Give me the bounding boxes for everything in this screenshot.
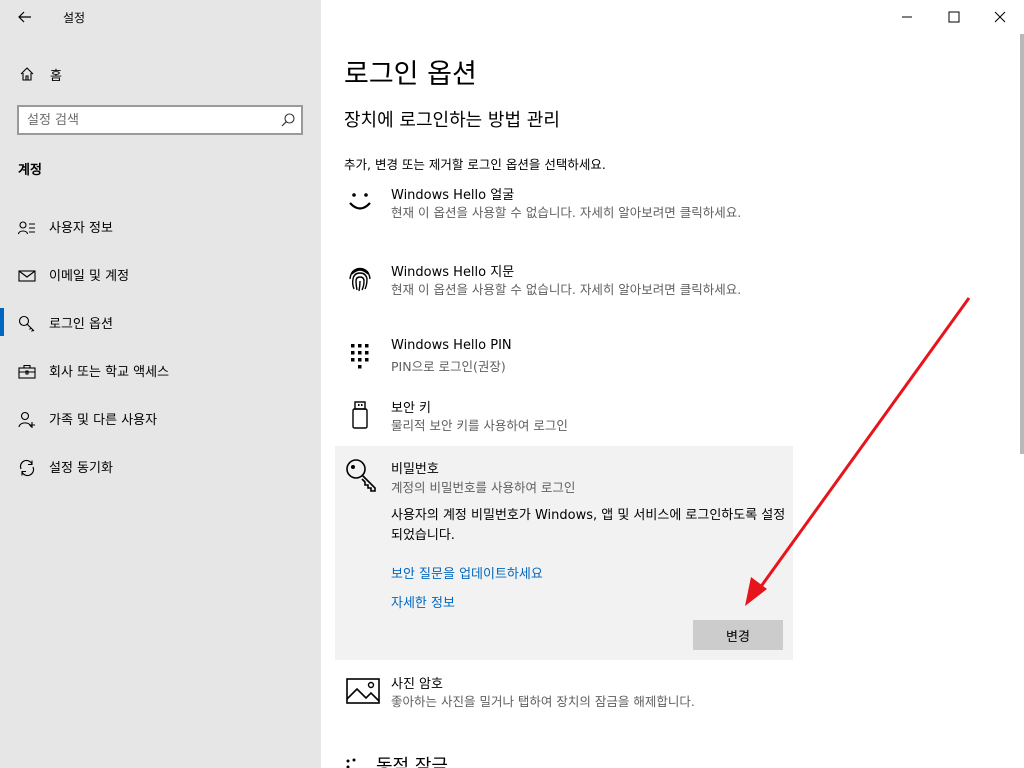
password-title: 비밀번호 [391,462,439,477]
password-key-icon [346,459,376,492]
key-icon [18,315,35,332]
page-title: 로그인 옵션 [344,59,477,90]
sidebar-item-label: 사용자 정보 [49,221,113,236]
user-info-icon [18,221,35,235]
option-picture-password[interactable]: 사진 암호 좋아하는 사진을 밀거나 탭하여 장치의 잠금을 해제합니다. [336,673,792,717]
pin-keypad-icon [351,344,369,369]
sidebar-nav: 사용자 정보 이메일 및 계정 로그인 옵션 회사 또는 학교 액세스 가족 및… [0,208,321,496]
option-desc: 물리적 보안 키를 사용하여 로그인 [391,418,568,433]
active-indicator [0,308,4,336]
option-dynamic-lock[interactable]: 동적 잠금 [342,752,542,768]
title-bar: 설정 [0,0,321,34]
search-box[interactable] [17,105,303,135]
sidebar-item-label: 가족 및 다른 사용자 [49,413,158,428]
sidebar-item-label: 이메일 및 계정 [49,269,130,284]
briefcase-icon [18,364,36,379]
app-title: 설정 [63,11,86,25]
update-security-questions-link[interactable]: 보안 질문을 업데이트하세요 [391,563,543,582]
home-label: 홈 [50,69,62,84]
sidebar-item-signin-options[interactable]: 로그인 옵션 [0,304,321,352]
learn-more-link[interactable]: 자세한 정보 [391,592,455,611]
option-desc: PIN으로 로그인(권장) [391,359,506,374]
option-security-key[interactable]: 보안 키 물리적 보안 키를 사용하여 로그인 [336,397,792,437]
option-hello-pin[interactable]: Windows Hello PIN PIN으로 로그인(권장) [336,338,792,378]
option-title: 사진 암호 [391,677,443,692]
fingerprint-icon [349,267,371,292]
option-desc: 현재 이 옵션을 사용할 수 없습니다. 자세히 알아보려면 클릭하세요. [391,205,742,220]
change-password-button[interactable]: 변경 [693,620,783,650]
person-add-icon [18,411,35,428]
password-desc: 계정의 비밀번호를 사용하여 로그인 [391,480,576,495]
search-input[interactable] [27,111,267,129]
sidebar-item-family[interactable]: 가족 및 다른 사용자 [0,400,321,448]
back-arrow-icon [18,11,31,23]
sidebar-item-label: 설정 동기화 [49,461,113,476]
picture-icon [346,678,380,704]
sidebar-item-sync[interactable]: 설정 동기화 [0,448,321,496]
sidebar-item-label: 회사 또는 학교 액세스 [49,365,170,380]
password-info-text: 사용자의 계정 비밀번호가 Windows, 앱 및 서비스에 로그인하도록 설… [391,508,786,543]
option-title: 동적 잠금 [376,756,448,768]
option-password-expanded[interactable]: 비밀번호 계정의 비밀번호를 사용하여 로그인 사용자의 계정 비밀번호가 Wi… [335,446,793,660]
back-button[interactable] [10,4,40,30]
main-content: 로그인 옵션 장치에 로그인하는 방법 관리 추가, 변경 또는 제거할 로그인… [321,0,1024,768]
dynamic-lock-icon [346,758,356,768]
option-title: Windows Hello PIN [391,338,512,353]
section-label: 계정 [18,163,42,178]
sidebar-item-email[interactable]: 이메일 및 계정 [0,256,321,304]
option-title: 보안 키 [391,401,432,416]
sidebar: 설정 홈 계정 사용자 정보 이메일 및 계정 로그인 옵션 회사 또는 학교 … [0,0,321,768]
option-desc: 좋아하는 사진을 밀거나 탭하여 장치의 잠금을 해제합니다. [391,694,695,709]
sidebar-item-label: 로그인 옵션 [49,317,113,332]
sync-icon [19,459,35,477]
sidebar-home[interactable]: 홈 [0,58,321,90]
option-title: Windows Hello 지문 [391,265,515,280]
home-icon [20,67,34,81]
option-hello-face[interactable]: Windows Hello 얼굴 현재 이 옵션을 사용할 수 없습니다. 자세… [336,184,792,242]
mail-icon [18,270,36,282]
option-title: Windows Hello 얼굴 [391,188,515,203]
option-hello-fingerprint[interactable]: Windows Hello 지문 현재 이 옵션을 사용할 수 없습니다. 자세… [336,261,792,319]
scrollbar-thumb[interactable] [1020,34,1024,454]
instruction-text: 추가, 변경 또는 제거할 로그인 옵션을 선택하세요. [344,157,606,172]
face-icon [349,193,371,210]
usb-key-icon [352,401,368,429]
sidebar-item-work-school[interactable]: 회사 또는 학교 액세스 [0,352,321,400]
option-desc: 현재 이 옵션을 사용할 수 없습니다. 자세히 알아보려면 클릭하세요. [391,282,742,297]
sidebar-item-user-info[interactable]: 사용자 정보 [0,208,321,256]
search-icon[interactable] [280,112,296,128]
page-subtitle: 장치에 로그인하는 방법 관리 [344,110,560,131]
